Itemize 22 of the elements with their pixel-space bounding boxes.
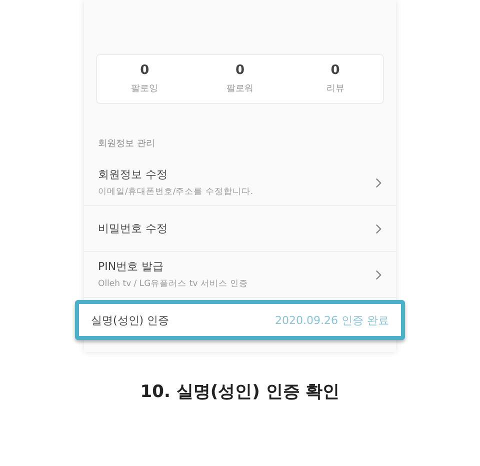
chevron-right-icon — [375, 222, 382, 234]
menu-item-title: 비밀번호 수정 — [98, 221, 168, 236]
menu-item[interactable]: 비밀번호 수정 — [84, 206, 396, 252]
stat-label: 팔로잉 — [131, 83, 158, 95]
menu-item-title: 실명(성인) 인증 — [91, 312, 170, 328]
menu-item-subtitle: 이메일/휴대폰번호/주소를 수정합니다. — [98, 186, 254, 198]
menu-item[interactable]: 회원정보 수정 이메일/휴대폰번호/주소를 수정합니다. — [84, 160, 396, 206]
chevron-right-icon — [375, 176, 382, 188]
stat-label: 리뷰 — [326, 83, 344, 95]
section-title: 회원정보 관리 — [98, 138, 156, 150]
verification-status: 2020.09.26 인증 완료 — [275, 312, 389, 328]
menu-item[interactable]: PIN번호 발급 Olleh tv / LG유플러스 tv 서비스 인증 — [84, 252, 396, 298]
stat-count: 0 — [330, 63, 340, 78]
caption: 10. 실명(성인) 인증 확인 — [140, 381, 340, 403]
menu-item[interactable]: 실명(성인) 인증 2020.09.26 인증 완료 — [75, 300, 405, 340]
stat-count: 0 — [235, 63, 244, 78]
stat-count: 0 — [140, 63, 150, 78]
menu-item-subtitle: Olleh tv / LG유플러스 tv 서비스 인증 — [98, 278, 248, 290]
menu-item-title: PIN번호 발급 — [98, 259, 165, 274]
chevron-right-icon — [375, 268, 382, 280]
stat-label: 팔로워 — [226, 83, 254, 95]
menu-item-title: 회원정보 수정 — [98, 167, 168, 182]
